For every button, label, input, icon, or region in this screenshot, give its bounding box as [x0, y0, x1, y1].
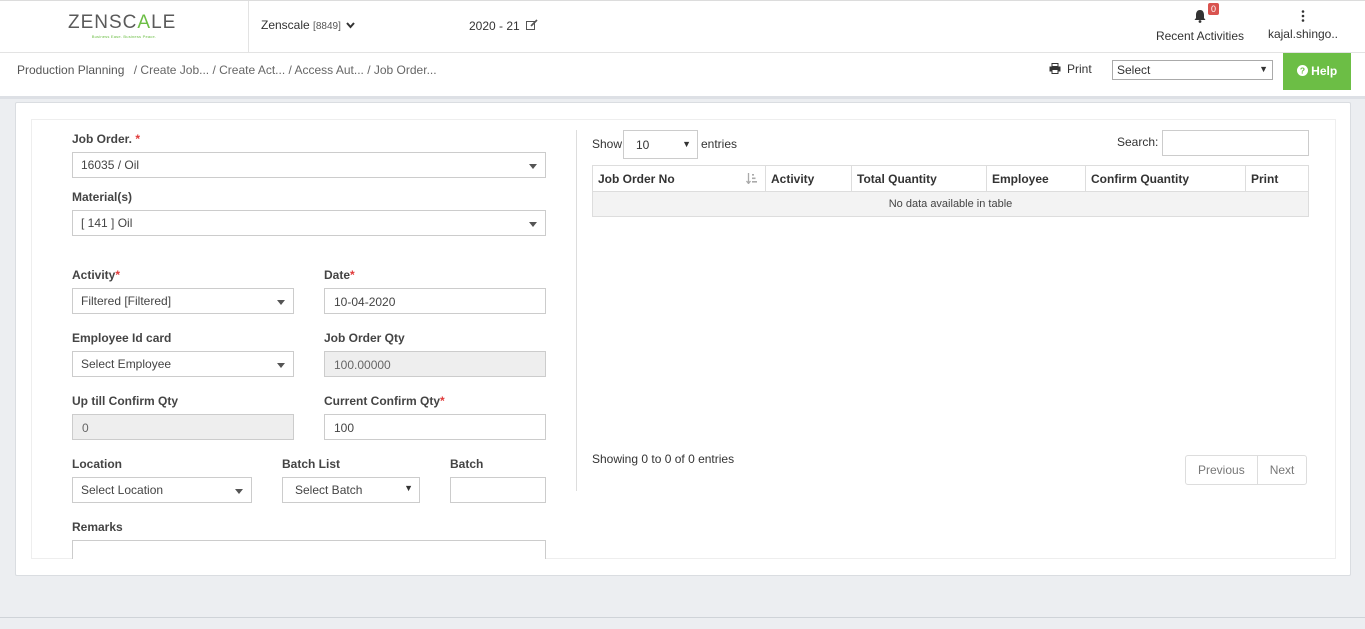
caret-down-icon	[277, 363, 285, 368]
batch-label: Batch	[450, 457, 484, 471]
activity-value: Filtered [Filtered]	[81, 294, 172, 308]
current-confirm-qty-input[interactable]: 100	[324, 414, 546, 440]
table-header-row: Job Order No Activity Total Quantity Emp…	[592, 165, 1309, 192]
date-label: Date*	[324, 268, 355, 282]
materials-value: [ 141 ] Oil	[81, 216, 133, 230]
table-row: No data available in table	[592, 191, 1309, 217]
edit-icon	[526, 19, 538, 30]
svg-text:?: ?	[1300, 66, 1305, 76]
column-header-confirm-quantity[interactable]: Confirm Quantity	[1085, 165, 1246, 192]
recent-activities-label: Recent Activities	[1155, 29, 1245, 43]
dropdown-arrow-icon: ▼	[404, 483, 413, 493]
dropdown-arrow-icon: ▼	[1259, 64, 1268, 74]
employee-label: Employee Id card	[72, 331, 172, 345]
column-header-employee[interactable]: Employee	[986, 165, 1086, 192]
caret-down-icon	[529, 164, 537, 169]
print-label: Print	[1067, 62, 1092, 76]
materials-select[interactable]: [ 141 ] Oil	[72, 210, 546, 236]
top-navbar: ZENSCALE Business Ease. Business Peace. …	[0, 0, 1365, 53]
caret-down-icon	[529, 222, 537, 227]
job-order-table: Job Order No Activity Total Quantity Emp…	[592, 165, 1309, 217]
page-length-select[interactable]: 10 ▼	[623, 130, 698, 159]
notification-badge: 0	[1208, 3, 1220, 15]
column-header-job-order-no[interactable]: Job Order No	[592, 165, 766, 192]
show-label: Show	[592, 137, 623, 151]
job-order-select[interactable]: 16035 / Oil	[72, 152, 546, 178]
activity-select[interactable]: Filtered [Filtered]	[72, 288, 294, 314]
bell-icon	[1194, 10, 1206, 23]
location-value: Select Location	[81, 483, 164, 497]
sort-icon	[746, 173, 757, 184]
logo-tagline: Business Ease. Business Peace.	[91, 34, 157, 39]
uptill-confirm-qty-input: 0	[72, 414, 294, 440]
caret-down-icon	[235, 489, 243, 494]
logo[interactable]: ZENSCALE Business Ease. Business Peace.	[68, 13, 180, 39]
user-menu[interactable]: kajal.shingo..	[1262, 7, 1344, 41]
batch-list-select[interactable]: Select Batch ▼	[282, 477, 420, 503]
column-header-total-quantity[interactable]: Total Quantity	[851, 165, 987, 192]
job-order-value: 16035 / Oil	[81, 158, 140, 172]
current-confirm-qty-label: Current Confirm Qty*	[324, 394, 445, 408]
company-switcher[interactable]: Zenscale [8849]	[261, 18, 355, 32]
breadcrumb-shadow	[0, 96, 1365, 99]
next-page-button[interactable]: Next	[1258, 456, 1307, 484]
empty-table-message: No data available in table	[592, 191, 1309, 217]
chevron-down-icon	[346, 22, 355, 29]
pagination: Previous Next	[1185, 455, 1308, 485]
column-header-print[interactable]: Print	[1245, 165, 1309, 192]
date-input[interactable]: 10-04-2020	[324, 288, 546, 314]
company-code: [8849]	[313, 21, 341, 32]
activity-label: Activity*	[72, 268, 121, 282]
breadcrumb-trail[interactable]: / Create Job... / Create Act... / Access…	[134, 63, 437, 77]
page-length-value: 10	[636, 138, 650, 152]
more-vertical-icon	[1301, 10, 1305, 22]
employee-value: Select Employee	[81, 357, 172, 371]
print-button[interactable]: Print	[1049, 62, 1092, 76]
remarks-label: Remarks	[72, 520, 123, 534]
table-info: Showing 0 to 0 of 0 entries	[592, 452, 735, 466]
batch-list-value: Select Batch	[295, 483, 363, 497]
location-label: Location	[72, 457, 122, 471]
search-label: Search:	[1117, 135, 1159, 149]
column-header-activity[interactable]: Activity	[765, 165, 852, 192]
help-label: Help	[1311, 64, 1338, 78]
job-order-qty-label: Job Order Qty	[324, 331, 405, 345]
page-action-select[interactable]: Select ▼	[1112, 60, 1273, 80]
fiscal-year-selector[interactable]: 2020 - 21	[469, 19, 538, 33]
printer-icon	[1049, 63, 1061, 74]
user-name: kajal.shingo..	[1267, 27, 1339, 41]
panel-divider	[576, 130, 577, 491]
batch-list-label: Batch List	[282, 457, 341, 471]
uptill-confirm-qty-label: Up till Confirm Qty	[72, 394, 178, 408]
materials-label: Material(s)	[72, 190, 133, 204]
breadcrumb: Production Planning / Create Job... / Cr…	[17, 63, 437, 77]
question-circle-icon: ?	[1296, 65, 1308, 76]
batch-input[interactable]	[450, 477, 546, 503]
job-order-label: Job Order. *	[72, 132, 141, 146]
location-select[interactable]: Select Location	[72, 477, 252, 503]
breadcrumb-bar: Production Planning / Create Job... / Cr…	[0, 53, 1365, 96]
recent-activities[interactable]: 0 Recent Activities	[1150, 3, 1250, 43]
employee-select[interactable]: Select Employee	[72, 351, 294, 377]
header-divider	[248, 1, 249, 53]
job-order-qty-input: 100.00000	[324, 351, 546, 377]
previous-page-button[interactable]: Previous	[1186, 456, 1258, 484]
entries-label: entries	[701, 137, 738, 151]
logo-wordmark: ZENSCALE	[68, 12, 177, 33]
caret-down-icon	[277, 300, 285, 305]
search-input[interactable]	[1162, 130, 1309, 156]
fiscal-year-label: 2020 - 21	[469, 19, 520, 33]
bottom-divider	[0, 617, 1365, 618]
company-name: Zenscale	[261, 18, 310, 32]
dropdown-arrow-icon: ▼	[682, 139, 691, 149]
remarks-textarea[interactable]	[72, 540, 546, 559]
help-button[interactable]: ? Help	[1283, 53, 1351, 90]
page-action-select-value: Select	[1117, 63, 1151, 77]
breadcrumb-root[interactable]: Production Planning	[17, 63, 124, 77]
